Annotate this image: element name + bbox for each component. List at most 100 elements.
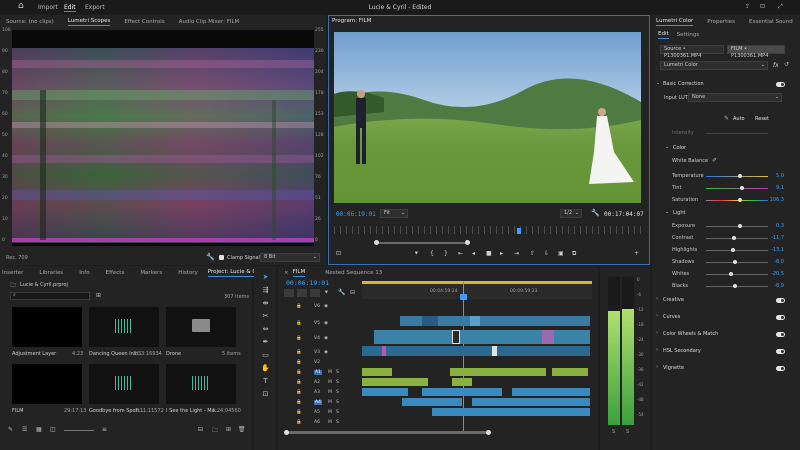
sort-icon[interactable]: ≡ xyxy=(102,426,107,433)
intensity-slider[interactable]: Intensity xyxy=(664,129,788,137)
audio-clip[interactable] xyxy=(432,408,590,416)
auto-wand-icon[interactable]: ✎ xyxy=(724,115,729,122)
snap-icon[interactable] xyxy=(297,289,307,297)
icon-view-icon[interactable]: ▦ xyxy=(36,426,42,433)
solo-right-button[interactable]: S xyxy=(626,429,629,435)
pencil-icon[interactable]: ✎ xyxy=(8,426,13,433)
tab-properties[interactable]: Properties xyxy=(707,19,735,25)
slider-track[interactable] xyxy=(706,262,768,263)
pen-icon[interactable]: ✒ xyxy=(259,338,272,349)
eye-icon[interactable]: ◉ xyxy=(324,304,328,309)
share-icon[interactable]: ⇪ xyxy=(745,3,750,10)
zoom-handle-right[interactable] xyxy=(465,240,470,245)
project-item-thumb[interactable] xyxy=(12,307,82,347)
basic-correction-header[interactable]: Basic Correction xyxy=(663,81,704,87)
resolution-select[interactable]: 1/2 ⌄ xyxy=(560,209,582,218)
color-header[interactable]: Color xyxy=(673,145,686,151)
marker-icon[interactable]: ⯆ xyxy=(414,250,419,258)
caption-icon[interactable]: ⊡ xyxy=(259,390,272,401)
mute-button[interactable]: M xyxy=(328,380,332,385)
list-view-icon[interactable]: ☰ xyxy=(22,426,27,433)
track-label[interactable]: V2 xyxy=(314,360,320,365)
solo-button[interactable]: S xyxy=(336,400,339,405)
clamp-checkbox[interactable] xyxy=(219,255,224,260)
chevron-right-icon[interactable]: › xyxy=(656,364,658,370)
mute-button[interactable]: M xyxy=(328,420,332,425)
video-clip[interactable] xyxy=(362,346,590,356)
video-clip[interactable] xyxy=(374,330,590,344)
project-item-thumb[interactable] xyxy=(12,364,82,404)
track-label[interactable]: A5 xyxy=(314,410,320,415)
lock-icon[interactable]: 🔒 xyxy=(296,370,302,375)
mute-button[interactable]: M xyxy=(328,390,332,395)
freeform-view-icon[interactable]: ◫ xyxy=(50,426,56,433)
extract-icon[interactable]: ⇩ xyxy=(544,250,549,257)
audio-clip[interactable] xyxy=(552,368,588,376)
track-label[interactable]: A6 xyxy=(314,420,320,425)
blacks-value[interactable]: -8,9 xyxy=(774,283,784,289)
lock-icon[interactable]: 🔒 xyxy=(296,321,302,326)
wrench-icon[interactable]: 🔧 xyxy=(338,289,345,296)
audio-clip[interactable] xyxy=(362,388,408,396)
project-item-name[interactable]: Drone xyxy=(166,351,181,357)
goto-out-icon[interactable]: ⇥ xyxy=(514,250,519,257)
chevron-down-icon[interactable]: ⌄ xyxy=(665,209,669,215)
tab-sequence-film[interactable]: FILM xyxy=(292,269,306,277)
video-clip[interactable] xyxy=(470,316,480,326)
add-icon[interactable]: + xyxy=(634,250,639,257)
eye-icon[interactable]: ◉ xyxy=(324,350,328,355)
tab-audio-clip-mixer[interactable]: Audio Clip Mixer: FILM xyxy=(179,19,240,25)
trash-icon[interactable]: 🗑 xyxy=(238,426,246,433)
stop-icon[interactable]: ■ xyxy=(486,250,492,257)
tab-history[interactable]: History xyxy=(178,270,198,276)
program-playhead[interactable] xyxy=(517,228,521,234)
track-label[interactable]: A1 xyxy=(314,370,322,375)
tab-edit[interactable]: Edit xyxy=(658,31,669,39)
scroll-handle-right[interactable] xyxy=(486,430,491,435)
curves-header[interactable]: Curves xyxy=(663,314,680,320)
solo-button[interactable]: S xyxy=(336,380,339,385)
step-back-icon[interactable]: ◂ xyxy=(472,250,475,257)
audio-clip[interactable] xyxy=(402,398,462,406)
color-wheels-toggle[interactable] xyxy=(776,332,785,337)
slider-track[interactable] xyxy=(706,250,768,251)
highlights-value[interactable]: -13,1 xyxy=(771,247,784,253)
hand-icon[interactable]: ✋ xyxy=(259,364,272,375)
work-area-bar[interactable] xyxy=(362,281,592,284)
rectangle-icon[interactable]: ▭ xyxy=(259,351,272,362)
exposure-value[interactable]: 0,3 xyxy=(776,223,784,229)
video-clip[interactable] xyxy=(452,330,460,344)
mark-in-icon[interactable]: { xyxy=(430,250,434,257)
tab-lumetri-scopes[interactable]: Lumetri Scopes xyxy=(67,18,111,26)
marker-add-icon[interactable]: ⯆ xyxy=(324,289,329,297)
lock-icon[interactable]: 🔒 xyxy=(296,304,302,309)
scroll-handle-left[interactable] xyxy=(284,430,289,435)
audio-clip[interactable] xyxy=(452,378,472,386)
hsl-secondary-header[interactable]: HSL Secondary xyxy=(663,348,701,354)
effect-select[interactable]: Lumetri Color ⌄ xyxy=(660,61,768,70)
hsl-secondary-toggle[interactable] xyxy=(776,349,785,354)
tab-settings[interactable]: Settings xyxy=(677,32,700,38)
program-title[interactable]: Program: FILM xyxy=(332,18,371,24)
solo-left-button[interactable]: S xyxy=(612,429,615,435)
film-clip-button[interactable]: FILM • P1300361.MP4 xyxy=(727,45,785,59)
slider-track[interactable] xyxy=(706,238,768,239)
vignette-header[interactable]: Vignette xyxy=(663,365,684,371)
creative-toggle[interactable] xyxy=(776,298,785,303)
input-lut-select[interactable]: None ⌄ xyxy=(688,93,782,102)
new-item-icon[interactable]: ⊞ xyxy=(226,426,231,433)
captions-icon[interactable]: ⊟ xyxy=(350,289,355,296)
tab-libraries[interactable]: Libraries xyxy=(39,270,63,276)
project-item-name[interactable]: Adjustment Layer xyxy=(12,351,56,357)
timeline-scrollbar[interactable] xyxy=(286,431,488,434)
slider-knob[interactable] xyxy=(740,186,744,190)
video-clip[interactable] xyxy=(542,330,554,344)
light-header[interactable]: Light xyxy=(673,210,685,216)
tab-markers[interactable]: Markers xyxy=(140,270,162,276)
audio-clip[interactable] xyxy=(512,388,590,396)
mark-out-icon[interactable]: } xyxy=(444,250,448,257)
automate-icon[interactable]: ⊟ xyxy=(198,426,203,433)
tab-inserter[interactable]: Inserter xyxy=(2,270,23,276)
chevron-down-icon[interactable]: ⌄ xyxy=(665,144,669,150)
auto-button[interactable]: Auto xyxy=(733,116,745,122)
